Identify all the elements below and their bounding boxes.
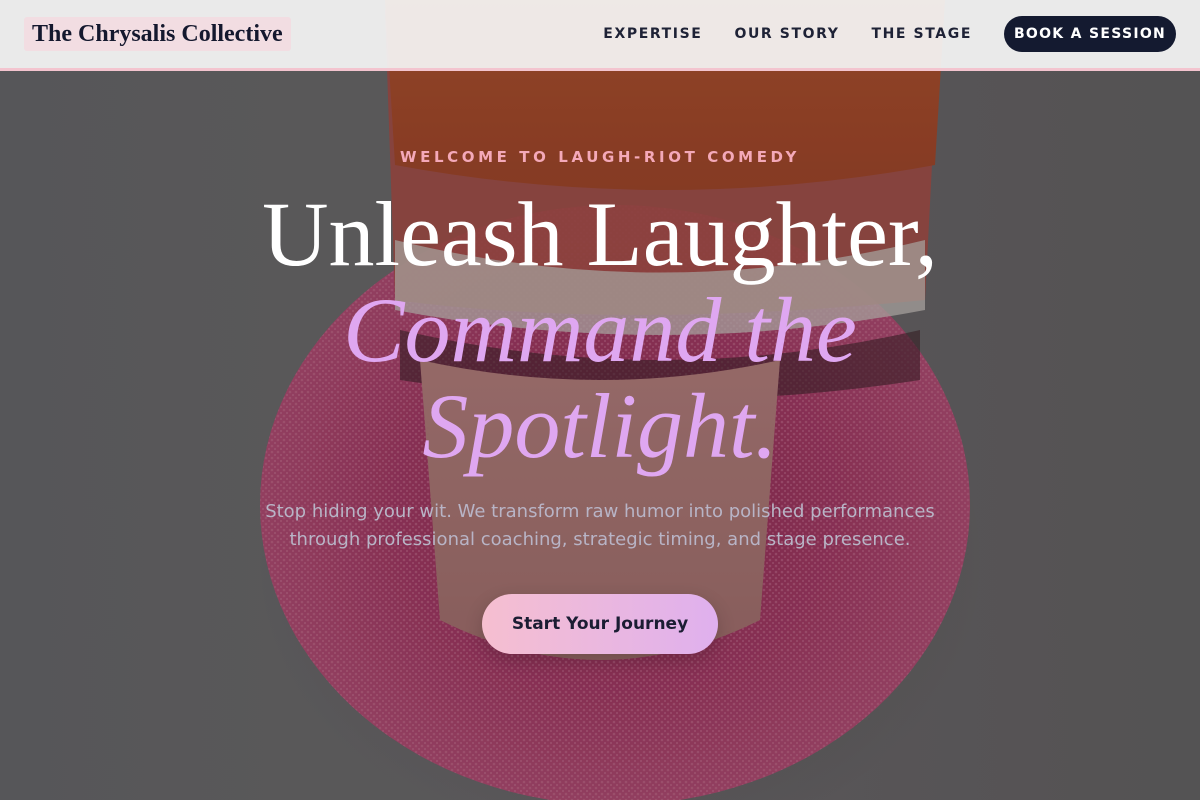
nav-link-our-story[interactable]: OUR STORY	[734, 26, 839, 42]
book-session-button[interactable]: BOOK A SESSION	[1004, 16, 1176, 52]
hero-subtext: Stop hiding your wit. We transform raw h…	[265, 501, 935, 550]
nav-link-the-stage[interactable]: THE STAGE	[871, 26, 972, 42]
hero-section: WELCOME TO LAUGH-RIOT COMEDY Unleash Lau…	[0, 0, 1200, 800]
nav-link-expertise[interactable]: EXPERTISE	[603, 26, 702, 42]
headline-accent-line-1: Command the	[343, 279, 857, 381]
brand-logo[interactable]: The Chrysalis Collective	[24, 17, 291, 51]
start-journey-button[interactable]: Start Your Journey	[482, 594, 718, 654]
hero-eyebrow: WELCOME TO LAUGH-RIOT COMEDY	[400, 148, 800, 166]
headline-line-1: Unleash Laughter,	[262, 183, 938, 285]
landing-page: The Chrysalis Collective EXPERTISE OUR S…	[0, 0, 1200, 800]
top-navbar: The Chrysalis Collective EXPERTISE OUR S…	[0, 0, 1200, 71]
headline-accent-line-2: Spotlight.	[422, 375, 778, 477]
nav-links: EXPERTISE OUR STORY THE STAGE	[603, 0, 972, 68]
hero-headline: Unleash Laughter, Command the Spotlight.	[0, 186, 1200, 474]
